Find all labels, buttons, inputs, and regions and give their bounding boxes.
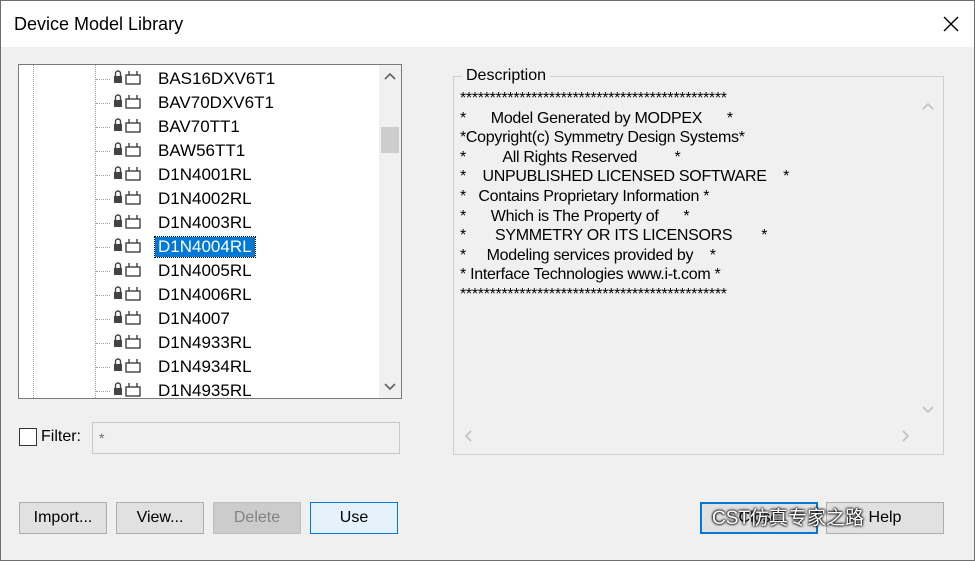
tree-item-label: D1N4933RL [158, 333, 252, 352]
filter-label: Filter: [41, 428, 81, 445]
tree-connector [96, 103, 110, 104]
tree-item-label: D1N4935RL [158, 381, 252, 399]
tree-item-label: BAV70TT1 [158, 117, 240, 136]
tree-connector [96, 175, 110, 176]
description-label: Description [462, 67, 551, 85]
use-button[interactable]: Use [310, 502, 398, 534]
locked-device-icon [114, 262, 141, 277]
locked-device-icon [114, 238, 141, 253]
view-button[interactable]: View... [116, 502, 204, 534]
close-window-button[interactable] [928, 1, 974, 47]
tree-item-label: BAS16DXV6T1 [158, 69, 276, 88]
filter-checkbox[interactable] [19, 428, 37, 446]
chevron-down-icon [922, 406, 934, 414]
locked-device-icon [114, 142, 141, 157]
tree-item-label: D1N4002RL [158, 189, 252, 208]
tree-connector [96, 295, 110, 296]
title-bar: Device Model Library [1, 1, 974, 47]
model-tree[interactable]: BAS16DXV6T1 BAV70DXV6T1 BAV70TT1 BAW56TT1 D1… [18, 64, 402, 399]
chevron-up-icon [384, 72, 396, 80]
tree-item-label: BAV70DXV6T1 [158, 93, 274, 112]
tree-connector [96, 247, 110, 248]
window-title: Device Model Library [14, 14, 184, 34]
locked-device-icon [114, 190, 141, 205]
description-text-area[interactable]: ****************************************… [456, 89, 940, 451]
close-icon [943, 16, 959, 32]
tree-connector [96, 151, 110, 152]
delete-button[interactable]: Delete [213, 502, 301, 534]
description-text: ****************************************… [460, 90, 790, 303]
filter-input[interactable] [92, 422, 400, 454]
tree-item-label: D1N4007 [158, 309, 230, 328]
tree-item[interactable]: D1N4935RL [19, 379, 375, 399]
locked-device-icon [114, 334, 141, 349]
tree-item[interactable]: D1N4933RL [19, 331, 375, 355]
tree-connector [96, 319, 110, 320]
tree-item-label: D1N4001RL [158, 165, 252, 184]
tree-item-label: D1N4934RL [158, 357, 252, 376]
tree-item[interactable]: BAS16DXV6T1 [19, 67, 375, 91]
tree-item[interactable]: BAV70TT1 [19, 115, 375, 139]
scroll-down-button[interactable] [379, 376, 401, 398]
tree-connector [96, 223, 110, 224]
tree-vertical-scrollbar[interactable] [379, 65, 401, 398]
locked-device-icon [114, 358, 141, 373]
description-vertical-scrollbar[interactable] [918, 89, 938, 423]
tree-item[interactable]: D1N4007 [19, 307, 375, 331]
locked-device-icon [114, 214, 141, 229]
locked-device-icon [114, 166, 141, 181]
chevron-down-icon [384, 383, 396, 391]
tree-item[interactable]: BAW56TT1 [19, 139, 375, 163]
tree-item[interactable]: D1N4934RL [19, 355, 375, 379]
tree-connector [96, 199, 110, 200]
import-button-label: Import... [33, 509, 93, 526]
import-button[interactable]: Import... [19, 502, 107, 534]
locked-device-icon [114, 70, 141, 85]
tree-connector [96, 343, 110, 344]
locked-device-icon [114, 382, 141, 397]
help-button-label: Help [868, 509, 902, 526]
tree-connector [96, 367, 110, 368]
locked-device-icon [114, 94, 141, 109]
chevron-left-icon [464, 430, 472, 442]
locked-device-icon [114, 310, 141, 325]
delete-button-label: Delete [233, 509, 281, 526]
tree-item[interactable]: D1N4002RL [19, 187, 375, 211]
tree-item-label: BAW56TT1 [158, 141, 246, 160]
view-button-label: View... [136, 509, 184, 526]
tree-item-label: D1N4006RL [158, 285, 252, 304]
tree-item[interactable]: D1N4005RL [19, 259, 375, 283]
tree-connector [96, 391, 110, 392]
locked-device-icon [114, 118, 141, 133]
use-button-label: Use [339, 509, 369, 526]
tree-connector [96, 271, 110, 272]
tree-item-label: D1N4003RL [158, 213, 252, 232]
watermark: CST仿真专家之路 [712, 508, 865, 529]
description-horizontal-scrollbar[interactable] [456, 427, 918, 447]
tree-connector [96, 79, 110, 80]
tree-item[interactable]: D1N4001RL [19, 163, 375, 187]
tree-item-label: D1N4004RL [154, 236, 256, 258]
tree-item-label: D1N4005RL [158, 261, 252, 280]
scroll-up-button[interactable] [918, 97, 938, 115]
locked-device-icon [114, 286, 141, 301]
scroll-up-button[interactable] [379, 65, 401, 87]
scroll-down-button[interactable] [918, 401, 938, 419]
tree-item[interactable]: D1N4006RL [19, 283, 375, 307]
tree-connector [96, 127, 110, 128]
tree-item[interactable]: BAV70DXV6T1 [19, 91, 375, 115]
tree-item[interactable]: D1N4004RL [19, 235, 375, 259]
chevron-right-icon [902, 430, 910, 442]
scroll-right-button[interactable] [902, 429, 910, 447]
tree-item[interactable]: D1N4003RL [19, 211, 375, 235]
chevron-up-icon [922, 102, 934, 110]
scroll-thumb[interactable] [381, 127, 399, 153]
scroll-left-button[interactable] [464, 429, 472, 447]
